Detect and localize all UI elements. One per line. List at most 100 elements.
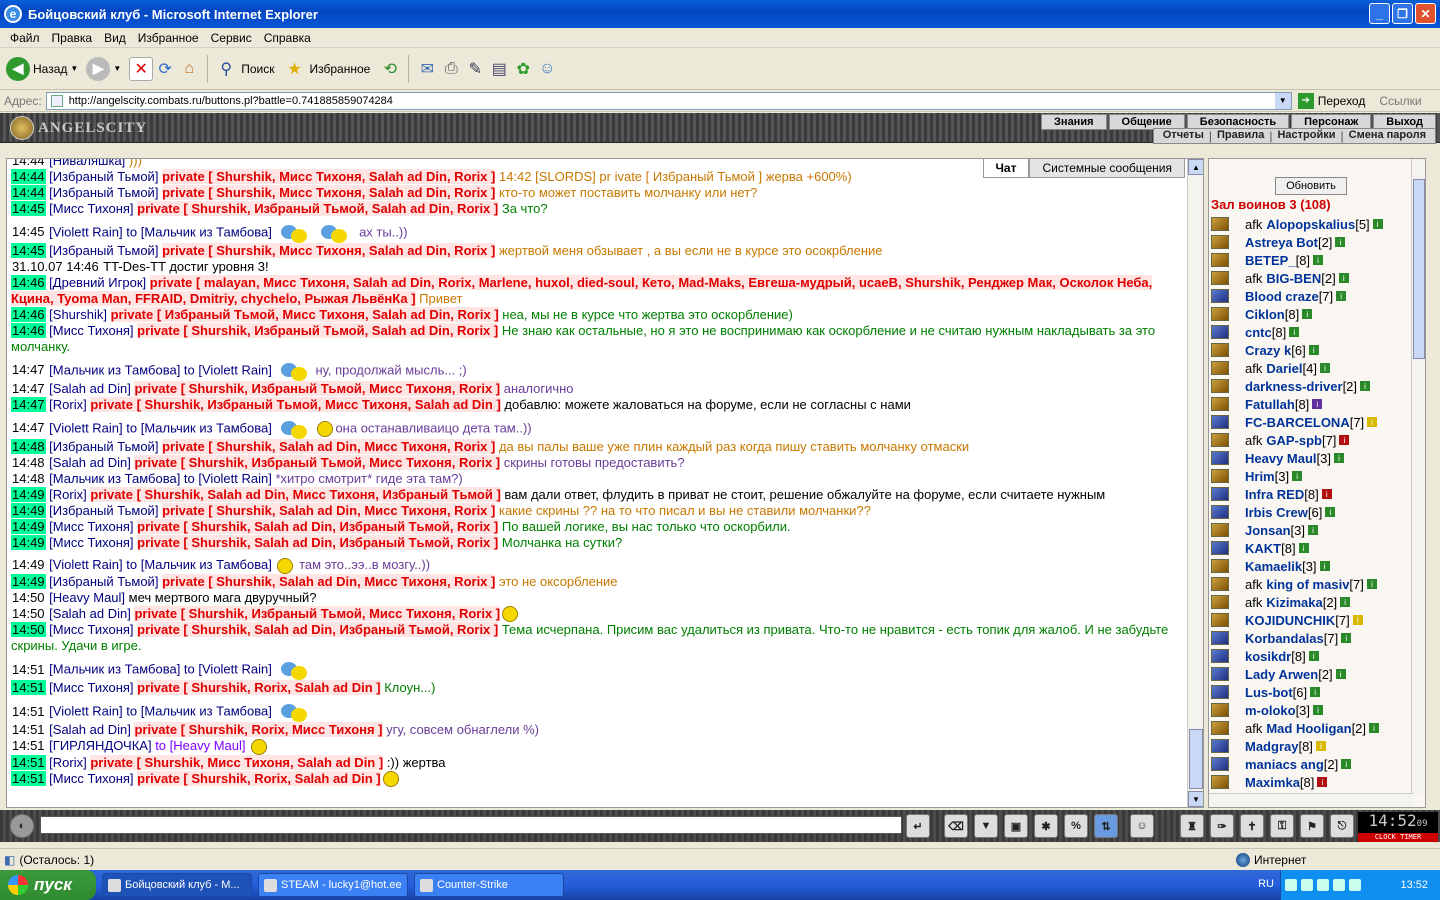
filter-icon[interactable]: ▼ <box>974 814 998 838</box>
message-author[interactable]: [Violett Rain] <box>49 557 122 572</box>
edit-icon[interactable]: ✎ <box>463 57 487 81</box>
tab-system-messages[interactable]: Системные сообщения <box>1029 159 1185 178</box>
task-steam[interactable]: STEAM - lucky1@hot.ee <box>258 873 408 897</box>
private-recipients[interactable]: private [ Shurshik, Избраный Тьмой, Мисс… <box>134 605 501 621</box>
info-icon[interactable]: i <box>1339 435 1350 445</box>
private-recipients[interactable]: private [ Shurshik, Rorix, Мисс Тихоня ] <box>134 722 383 738</box>
message-recipient[interactable]: to [Мальчик из Тамбова] <box>123 420 276 435</box>
user-name[interactable]: Fatullah <box>1245 397 1295 412</box>
fighter-icon[interactable]: ✱ <box>1034 814 1058 838</box>
user-list-item[interactable]: Madgray [8] i <box>1211 737 1411 755</box>
history-icon[interactable]: ⟲ <box>378 57 402 81</box>
start-button[interactable]: пуск <box>0 870 96 900</box>
user-list-item[interactable]: afk Alopopskalius [5] i <box>1211 215 1411 233</box>
send-icon[interactable]: ↵ <box>906 814 930 838</box>
info-icon[interactable]: i <box>1340 597 1351 607</box>
message-author[interactable]: [Violett Rain] <box>49 704 122 719</box>
user-name[interactable]: Jonsan <box>1245 523 1291 538</box>
private-recipients[interactable]: private [ Shurshik, Избраный Тьмой, Sala… <box>137 201 499 216</box>
refresh-icon[interactable]: ⟳ <box>153 57 177 81</box>
print-icon[interactable]: ⎙ <box>439 57 463 81</box>
chat-speed-icon[interactable]: ⇅ <box>1094 814 1118 838</box>
user-name[interactable]: kosikdr <box>1245 649 1291 664</box>
user-name[interactable]: KOJIDUNCHIK <box>1245 613 1335 628</box>
cross-icon[interactable]: ✝ <box>1240 814 1264 838</box>
info-icon[interactable]: i <box>1298 543 1309 553</box>
research-icon[interactable]: ▤ <box>487 57 511 81</box>
user-list-item[interactable]: m-oloko [3] i <box>1211 701 1411 719</box>
user-list-item[interactable]: KOJIDUNCHIK [7] i <box>1211 611 1411 629</box>
user-list-item[interactable]: Korbandalas [7] i <box>1211 629 1411 647</box>
tray-icon[interactable] <box>1285 879 1297 891</box>
security-tray-icon[interactable] <box>1349 879 1361 891</box>
message-author[interactable]: [Избраный Тьмой] <box>49 503 158 518</box>
message-author[interactable]: [Мисс Тихоня] <box>49 323 133 338</box>
user-list-item[interactable]: Heavy Maul [3] i <box>1211 449 1411 467</box>
messenger-icon[interactable]: ☺ <box>535 57 559 81</box>
message-recipient[interactable]: to [Мальчик из Тамбова] <box>123 704 276 719</box>
info-icon[interactable]: i <box>1335 237 1346 247</box>
user-name[interactable]: Irbis Crew <box>1245 505 1308 520</box>
user-name[interactable]: Infra RED <box>1245 487 1304 502</box>
private-recipients[interactable]: private [ Shurshik, Salah ad Din, Мисс Т… <box>162 573 496 589</box>
message-author[interactable]: [Избраный Тьмой] <box>49 574 158 589</box>
links-button[interactable]: Ссылки <box>1379 94 1421 108</box>
user-list-item[interactable]: KAKT [8] i <box>1211 539 1411 557</box>
address-dropdown-icon[interactable]: ▼ <box>1274 92 1291 109</box>
info-icon[interactable]: i <box>1292 471 1303 481</box>
volume-tray-icon[interactable] <box>1333 879 1345 891</box>
private-recipients[interactable]: private [ Shurshik, Мисс Тихоня, Salah a… <box>90 754 384 770</box>
user-list-item[interactable]: afk Kizimaka [2] i <box>1211 593 1411 611</box>
menu-favorites[interactable]: Избранное <box>132 31 205 45</box>
message-author[interactable]: [Мальчик из Тамбова] <box>49 362 180 377</box>
user-list-item[interactable]: Crazy k [6] i <box>1211 341 1411 359</box>
menu-view[interactable]: Вид <box>98 31 132 45</box>
info-icon[interactable]: i <box>1307 525 1318 535</box>
chat-scroll-thumb[interactable] <box>1189 729 1203 789</box>
info-icon[interactable]: i <box>1319 561 1330 571</box>
message-author[interactable]: [Rorix] <box>49 487 87 502</box>
user-name[interactable]: king of masiv <box>1266 577 1349 592</box>
info-icon[interactable]: i <box>1319 363 1330 373</box>
info-icon[interactable]: i <box>1369 723 1380 733</box>
user-name[interactable]: GAP-spb <box>1266 433 1322 448</box>
info-icon[interactable]: i <box>1352 615 1363 625</box>
user-name[interactable]: Maximka <box>1245 775 1300 790</box>
exit-icon[interactable]: ⎋ <box>1330 814 1354 838</box>
message-author[interactable]: [Salah ad Din] <box>49 381 131 396</box>
user-list-hscrollbar[interactable] <box>1209 793 1413 807</box>
user-list-scroll-thumb[interactable] <box>1413 179 1425 359</box>
nav-settings[interactable]: Настройки <box>1272 129 1340 143</box>
private-recipients[interactable]: private [ Shurshik, Salah ad Din, Избран… <box>137 622 499 638</box>
home-icon[interactable]: ⌂ <box>177 57 201 81</box>
user-name[interactable]: KAKT <box>1245 541 1281 556</box>
message-recipient[interactable]: to [Violett Rain] <box>180 662 275 677</box>
minimize-button[interactable]: _ <box>1369 3 1390 24</box>
info-icon[interactable]: i <box>1366 579 1377 589</box>
info-icon[interactable]: i <box>1341 759 1352 769</box>
user-list-item[interactable]: Irbis Crew [6] i <box>1211 503 1411 521</box>
user-name[interactable]: Lus-bot <box>1245 685 1293 700</box>
message-author[interactable]: [Избраный Тьмой] <box>49 169 158 184</box>
scroll-icon[interactable]: ✑ <box>1210 814 1234 838</box>
lock-icon[interactable]: ⚿ <box>1270 814 1294 838</box>
chat-input[interactable] <box>40 816 902 834</box>
user-list-item[interactable]: afk king of masiv [7] i <box>1211 575 1411 593</box>
user-list-item[interactable]: Lady Arwen [2] i <box>1211 665 1411 683</box>
user-name[interactable]: m-oloko <box>1245 703 1296 718</box>
user-list-item[interactable]: Lus-bot [6] i <box>1211 683 1411 701</box>
private-recipients[interactable]: private [ Shurshik, Salah ad Din, Избран… <box>137 519 499 534</box>
private-recipients[interactable]: private [ Shurshik, Избраный Тьмой, Sala… <box>137 323 499 338</box>
task-combats[interactable]: Бойцовский клуб - М... <box>102 873 252 897</box>
go-button[interactable]: ➔ Переход <box>1297 92 1365 109</box>
user-name[interactable]: Korbandalas <box>1245 631 1324 646</box>
info-icon[interactable]: i <box>1312 399 1323 409</box>
private-recipients[interactable]: private [ Shurshik, Мисс Тихоня, Salah a… <box>162 243 496 258</box>
maximize-button[interactable]: ❐ <box>1392 3 1413 24</box>
message-author[interactable]: [Мисс Тихоня] <box>49 519 133 534</box>
user-list-item[interactable]: ВЕТЕР_ [8] i <box>1211 251 1411 269</box>
user-name[interactable]: darkness-driver <box>1245 379 1343 394</box>
user-name[interactable]: Mad Hooligan <box>1266 721 1351 736</box>
private-recipients[interactable]: private [ Shurshik, Rorix, Salah ad Din … <box>137 680 381 696</box>
percent-icon[interactable]: % <box>1064 814 1088 838</box>
